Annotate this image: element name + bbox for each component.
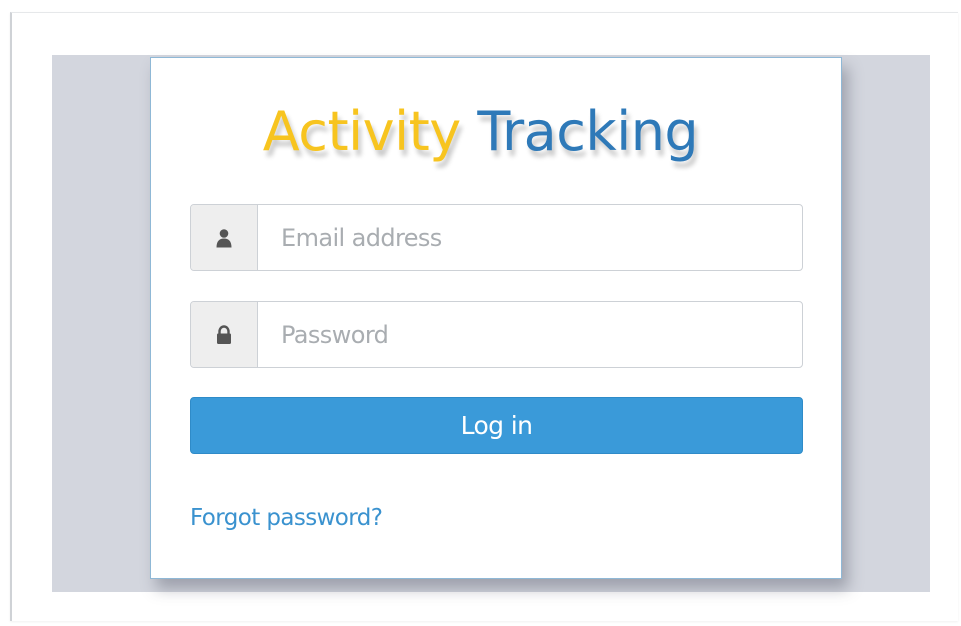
login-button[interactable]: Log in xyxy=(190,397,803,454)
app-title-activity: Activity xyxy=(262,100,461,163)
email-field[interactable] xyxy=(258,205,802,270)
forgot-password-link[interactable]: Forgot password? xyxy=(190,501,383,535)
email-input-group xyxy=(190,204,803,271)
app-title: Activity Tracking xyxy=(0,92,961,172)
password-input-group xyxy=(190,301,803,368)
lock-icon xyxy=(191,302,258,367)
user-icon xyxy=(191,205,258,270)
app-title-tracking: Tracking xyxy=(477,100,699,163)
password-field[interactable] xyxy=(258,302,802,367)
